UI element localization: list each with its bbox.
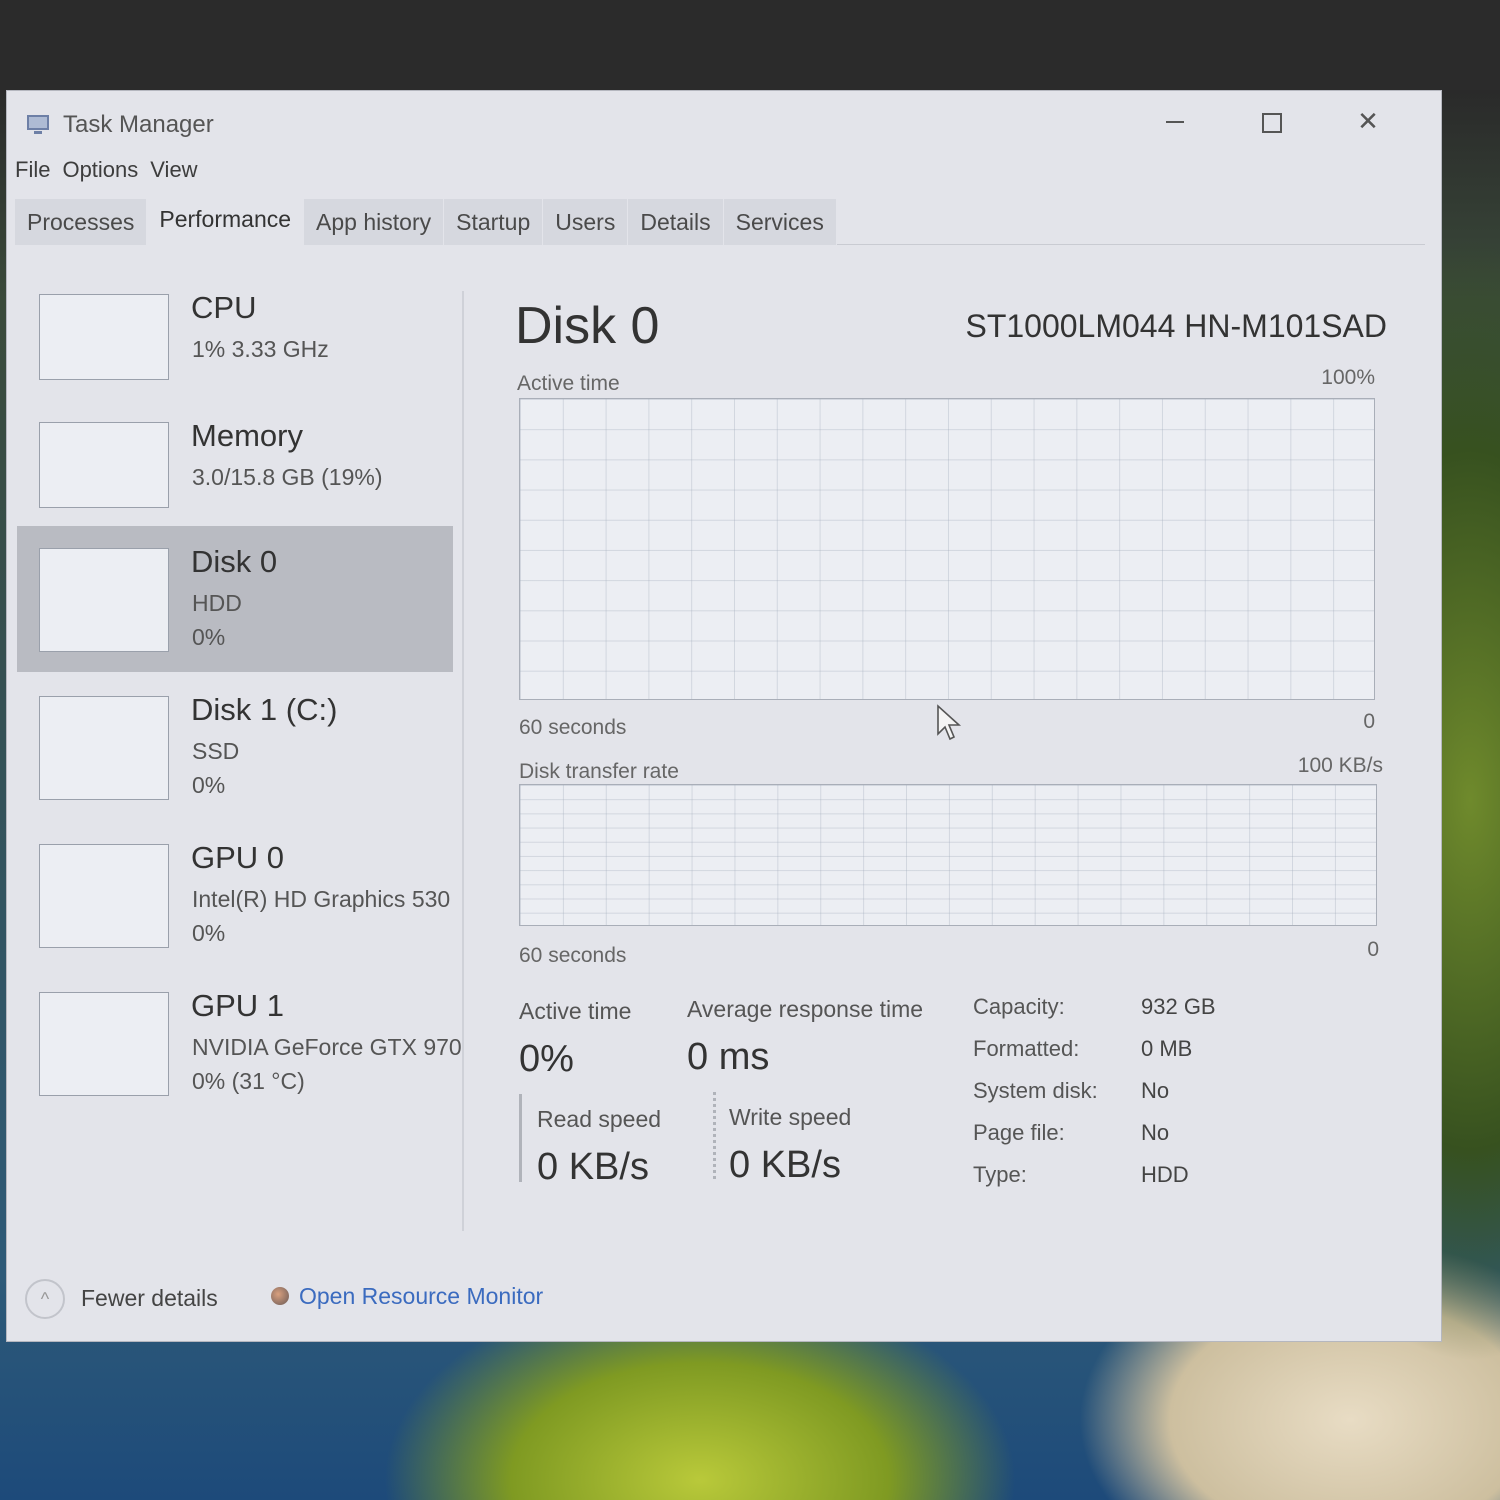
menu-view[interactable]: View <box>150 157 197 187</box>
read-speed-value: 0 KB/s <box>537 1146 649 1188</box>
mouse-cursor-icon <box>937 704 962 741</box>
sidebar-item-label: Memory <box>191 418 303 453</box>
sidebar-item-detail: 3.0/15.8 GB (19%) <box>192 464 383 490</box>
chevron-up-icon[interactable]: ^ <box>25 1279 65 1319</box>
tab-processes[interactable]: Processes <box>15 199 148 245</box>
sidebar-item-label: GPU 0 <box>191 840 285 875</box>
sidebar-item-label: Disk 1 (C:) <box>191 692 338 727</box>
menu-file[interactable]: File <box>15 157 50 187</box>
avg-response-value: 0 ms <box>687 1036 770 1078</box>
disk-model: ST1000LM044 HN-M101SAD <box>965 308 1387 344</box>
title-bar[interactable]: Task Manager ✕ <box>7 91 1441 155</box>
performance-sidebar: CPU 1% 3.33 GHz Memory 3.0/15.8 GB (19%)… <box>17 276 463 1236</box>
tab-details[interactable]: Details <box>628 199 724 245</box>
sidebar-item-model: Intel(R) HD Graphics 530 <box>192 886 451 912</box>
sidebar-item-label: Disk 0 <box>191 544 278 579</box>
transfer-rate-graph-min: 0 <box>1367 938 1379 961</box>
page-file-value: No <box>1141 1120 1170 1145</box>
page-file-label: Page file: <box>973 1120 1065 1145</box>
footer-bar: ^ Fewer details Open Resource Monitor <box>21 1277 721 1323</box>
write-speed-label: Write speed <box>729 1104 852 1130</box>
gpu-1-mini-graph <box>39 992 169 1096</box>
tab-users[interactable]: Users <box>543 199 629 245</box>
menu-bar: File Options View <box>15 157 198 187</box>
sidebar-item-usage: 0% (31 °C) <box>192 1068 305 1094</box>
disk-0-mini-graph <box>39 548 169 652</box>
gpu-0-mini-graph <box>39 844 169 948</box>
maximize-button[interactable] <box>1245 103 1295 139</box>
task-manager-icon <box>23 113 51 135</box>
menu-options[interactable]: Options <box>62 157 138 187</box>
transfer-rate-graph-max: 100 KB/s <box>1297 754 1383 777</box>
sidebar-item-usage: 0% <box>192 920 226 946</box>
sidebar-divider[interactable] <box>462 291 464 1231</box>
capacity-value: 932 GB <box>1141 994 1216 1019</box>
write-speed-indicator <box>713 1092 716 1180</box>
transfer-rate-graph-label: Disk transfer rate <box>519 760 679 783</box>
type-value: HDD <box>1141 1162 1189 1187</box>
sidebar-item-model: NVIDIA GeForce GTX 970 <box>192 1034 462 1060</box>
window-title: Task Manager <box>63 111 214 138</box>
sidebar-item-type: SSD <box>192 738 240 764</box>
active-time-value: 0% <box>519 1038 574 1080</box>
disk-detail-panel: Disk 0 ST1000LM044 HN-M101SAD Active tim… <box>487 276 1387 1236</box>
avg-response-label: Average response time <box>687 996 924 1022</box>
page-title: Disk 0 <box>515 297 660 355</box>
sidebar-item-disk-1[interactable]: Disk 1 (C:) SSD 0% <box>17 674 453 820</box>
active-time-graph-max: 100% <box>1321 366 1375 389</box>
tab-performance[interactable]: Performance <box>147 199 305 245</box>
active-time-graph-timespan: 60 seconds <box>519 716 627 739</box>
formatted-value: 0 MB <box>1141 1036 1193 1061</box>
memory-mini-graph <box>39 422 169 508</box>
active-time-label: Active time <box>519 998 632 1024</box>
sidebar-item-cpu[interactable]: CPU 1% 3.33 GHz <box>17 276 453 422</box>
task-manager-window: Task Manager ✕ File Options View Process… <box>6 90 1442 1342</box>
sidebar-item-detail: 1% 3.33 GHz <box>192 336 329 362</box>
write-speed-value: 0 KB/s <box>729 1144 841 1186</box>
open-resource-monitor-link[interactable]: Open Resource Monitor <box>299 1283 543 1310</box>
system-disk-label: System disk: <box>973 1078 1098 1103</box>
transfer-rate-graph <box>519 784 1377 926</box>
tab-services[interactable]: Services <box>723 199 837 245</box>
sidebar-item-label: CPU <box>191 290 257 325</box>
sidebar-item-gpu-1[interactable]: GPU 1 NVIDIA GeForce GTX 970 0% (31 °C) <box>17 970 462 1116</box>
active-time-graph-label: Active time <box>517 372 620 395</box>
close-button[interactable]: ✕ <box>1343 103 1393 139</box>
tab-bar: Processes Performance App history Startu… <box>15 199 1425 245</box>
tab-startup[interactable]: Startup <box>444 199 544 245</box>
resource-monitor-icon <box>271 1287 289 1305</box>
formatted-label: Formatted: <box>973 1036 1080 1061</box>
active-time-graph <box>519 398 1375 700</box>
sidebar-item-usage: 0% <box>192 624 226 650</box>
tab-app-history[interactable]: App history <box>304 199 445 245</box>
active-time-graph-min: 0 <box>1363 710 1375 733</box>
fewer-details-button[interactable]: Fewer details <box>81 1285 218 1312</box>
read-speed-indicator <box>519 1094 522 1182</box>
sidebar-item-gpu-0[interactable]: GPU 0 Intel(R) HD Graphics 530 0% <box>17 822 453 968</box>
transfer-rate-graph-timespan: 60 seconds <box>519 944 627 967</box>
disk-1-mini-graph <box>39 696 169 800</box>
sidebar-item-usage: 0% <box>192 772 226 798</box>
read-speed-label: Read speed <box>537 1106 662 1132</box>
sidebar-item-label: GPU 1 <box>191 988 285 1023</box>
minimize-button[interactable] <box>1149 103 1199 139</box>
system-disk-value: No <box>1141 1078 1170 1103</box>
sidebar-item-type: HDD <box>192 590 242 616</box>
sidebar-item-disk-0[interactable]: Disk 0 HDD 0% <box>17 526 453 672</box>
type-label: Type: <box>973 1162 1027 1187</box>
monitor-bezel <box>0 0 1500 90</box>
cpu-mini-graph <box>39 294 169 380</box>
capacity-label: Capacity: <box>973 994 1065 1019</box>
